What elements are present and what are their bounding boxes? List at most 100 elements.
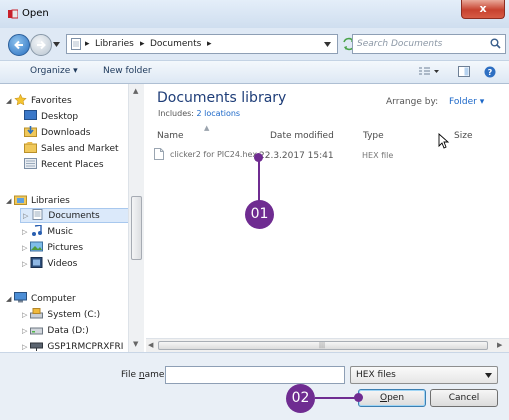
chevron-down-icon bbox=[485, 373, 492, 378]
nav-downloads[interactable]: Downloads bbox=[24, 126, 90, 140]
arrange-by: Arrange by: Folder ▾ bbox=[386, 97, 485, 107]
column-header-type[interactable]: Type bbox=[363, 131, 384, 141]
change-view-icon[interactable] bbox=[418, 66, 440, 77]
forward-arrow-icon bbox=[37, 40, 46, 50]
recent-places-icon bbox=[24, 158, 37, 169]
computer-icon bbox=[14, 292, 27, 303]
grip-icon: ||| bbox=[319, 342, 326, 349]
pictures-icon bbox=[30, 241, 44, 252]
nav-recent-places[interactable]: Recent Places bbox=[24, 158, 104, 172]
command-bar: Organize ▾ New folder ? bbox=[0, 60, 509, 84]
nav-pictures[interactable]: ▷ Pictures bbox=[22, 241, 83, 255]
callout-02-pointer bbox=[354, 393, 363, 402]
file-date: 22.3.2017 15:41 bbox=[259, 151, 334, 161]
nav-favorites[interactable]: Favorites bbox=[14, 94, 72, 108]
mouse-cursor-icon bbox=[438, 133, 450, 149]
videos-icon bbox=[30, 257, 43, 268]
expand-pictures-icon[interactable]: ▷ bbox=[22, 244, 27, 252]
breadcrumb-separator: ▸ bbox=[140, 39, 145, 49]
collapse-favorites-icon[interactable]: ◢ bbox=[6, 97, 11, 105]
new-folder-button[interactable]: New folder bbox=[103, 66, 152, 76]
app-icon bbox=[8, 9, 18, 19]
breadcrumb-separator: ▸ bbox=[207, 39, 212, 49]
downloads-icon bbox=[24, 126, 37, 137]
nav-sales-and-market[interactable]: Sales and Market bbox=[24, 142, 119, 156]
column-header-date[interactable]: Date modified bbox=[270, 131, 334, 141]
recent-locations-dropdown-icon[interactable] bbox=[53, 42, 60, 47]
file-name-input[interactable] bbox=[165, 366, 345, 384]
file-icon bbox=[154, 148, 164, 160]
nav-documents[interactable]: ▷ Documents bbox=[20, 208, 130, 223]
file-list-scrollbar[interactable]: ◀ ||| ▶ bbox=[146, 338, 509, 352]
horizontal-scroll-thumb[interactable]: ||| bbox=[158, 341, 488, 350]
scroll-right-arrow-icon[interactable]: ▶ bbox=[497, 341, 502, 349]
star-icon bbox=[14, 94, 27, 105]
scroll-thumb[interactable] bbox=[131, 196, 142, 260]
address-bar[interactable]: ▸ Libraries ▸ Documents ▸ bbox=[66, 34, 338, 54]
file-type: HEX file bbox=[362, 151, 394, 160]
file-type-filter-value: HEX files bbox=[356, 370, 396, 380]
forward-button[interactable] bbox=[30, 34, 52, 56]
scroll-up-arrow-icon[interactable]: ▲ bbox=[133, 87, 138, 95]
expand-videos-icon[interactable]: ▷ bbox=[22, 260, 27, 268]
address-dropdown-icon[interactable] bbox=[324, 42, 331, 47]
search-input[interactable] bbox=[357, 37, 481, 51]
music-icon bbox=[32, 225, 43, 236]
nav-system-drive[interactable]: ▷ System (C:) bbox=[22, 308, 100, 322]
shared-folder-icon bbox=[24, 142, 37, 153]
search-icon[interactable] bbox=[490, 38, 501, 49]
back-arrow-icon bbox=[14, 40, 23, 50]
file-type-filter[interactable]: HEX files bbox=[350, 366, 498, 384]
expand-documents-icon[interactable]: ▷ bbox=[23, 212, 28, 220]
nav-network-drive[interactable]: ▷ GSP1RMCPRXFRI bbox=[22, 340, 123, 352]
organize-button[interactable]: Organize ▾ bbox=[30, 66, 78, 76]
breadcrumb-separator: ▸ bbox=[85, 39, 90, 49]
nav-videos[interactable]: ▷ Videos bbox=[22, 257, 77, 271]
nav-libraries[interactable]: Libraries bbox=[14, 194, 70, 208]
library-folder-icon bbox=[71, 38, 81, 50]
title-bar: Open x bbox=[0, 0, 509, 28]
column-header-name[interactable]: Name bbox=[157, 131, 184, 141]
network-drive-icon bbox=[30, 342, 44, 351]
navigation-scrollbar[interactable]: ▲ ▼ bbox=[128, 84, 144, 352]
arrange-by-dropdown[interactable]: Folder ▾ bbox=[449, 97, 484, 107]
library-includes: Includes: 2 locations bbox=[158, 109, 241, 118]
breadcrumb-documents[interactable]: Documents bbox=[150, 39, 201, 49]
close-button[interactable]: x bbox=[461, 0, 505, 19]
scroll-down-arrow-icon[interactable]: ▼ bbox=[133, 340, 138, 348]
search-box[interactable] bbox=[352, 34, 506, 54]
back-button[interactable] bbox=[8, 34, 30, 56]
navigation-bar: ▸ Libraries ▸ Documents ▸ bbox=[0, 28, 509, 60]
column-header-size[interactable]: Size bbox=[454, 131, 472, 141]
expand-network-drive-icon[interactable]: ▷ bbox=[22, 343, 27, 351]
system-drive-icon bbox=[30, 308, 44, 319]
desktop-icon bbox=[24, 110, 37, 120]
locations-link[interactable]: 2 locations bbox=[197, 109, 241, 118]
documents-library-icon bbox=[32, 209, 43, 220]
scroll-left-arrow-icon[interactable]: ◀ bbox=[148, 341, 153, 349]
nav-desktop[interactable]: Desktop bbox=[24, 110, 78, 124]
expand-music-icon[interactable]: ▷ bbox=[22, 228, 27, 236]
svg-text:?: ? bbox=[488, 68, 493, 77]
file-name-label: File name: bbox=[121, 370, 168, 380]
data-drive-icon bbox=[30, 327, 44, 335]
cancel-button[interactable]: Cancel bbox=[430, 389, 498, 407]
open-button[interactable]: Open bbox=[358, 389, 426, 407]
collapse-computer-icon[interactable]: ◢ bbox=[6, 295, 11, 303]
file-list-pane: Documents library Includes: 2 locations … bbox=[146, 84, 509, 352]
nav-data-drive[interactable]: ▷ Data (D:) bbox=[22, 324, 89, 338]
nav-music[interactable]: ▷ Music bbox=[22, 225, 73, 239]
expand-data-icon[interactable]: ▷ bbox=[22, 327, 27, 335]
help-icon[interactable]: ? bbox=[484, 66, 496, 78]
callout-01-leader bbox=[258, 157, 260, 201]
nav-computer[interactable]: Computer bbox=[14, 292, 76, 306]
callout-02-leader bbox=[315, 397, 357, 399]
breadcrumb-libraries[interactable]: Libraries bbox=[95, 39, 134, 49]
window-title: Open bbox=[22, 8, 49, 19]
library-title: Documents library bbox=[157, 90, 287, 106]
expand-system-icon[interactable]: ▷ bbox=[22, 311, 27, 319]
open-file-dialog: Open x ▸ Libraries ▸ Documents ▸ Organiz… bbox=[0, 0, 509, 420]
preview-pane-icon[interactable] bbox=[458, 66, 470, 77]
callout-02: 02 bbox=[286, 384, 315, 413]
collapse-libraries-icon[interactable]: ◢ bbox=[6, 197, 11, 205]
